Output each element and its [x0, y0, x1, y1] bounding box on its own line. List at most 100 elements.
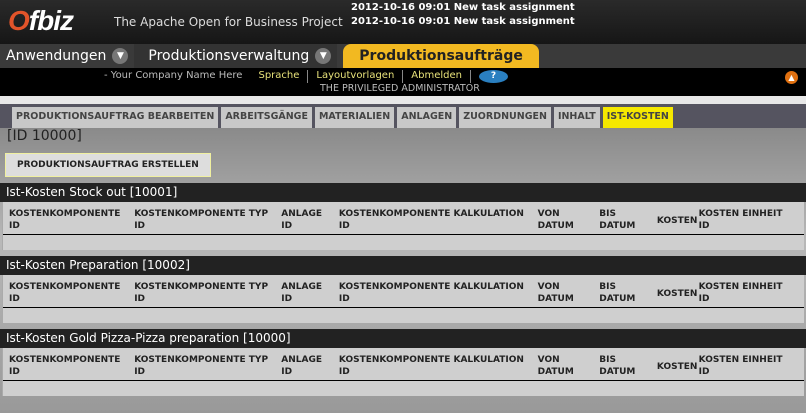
column-label: ID — [698, 221, 710, 231]
column-label: ID — [338, 367, 350, 377]
column-header[interactable]: KOSTENKOMPONENTE ID — [9, 281, 134, 307]
column-label: ANLAGE — [281, 355, 322, 365]
table-header: KOSTENKOMPONENTE ID KOSTENKOMPONENTE TYP ID… — [3, 275, 804, 308]
section-title-text: Ist-Kosten Gold Pizza-Pizza preparation — [6, 331, 240, 345]
section-title: Ist-Kosten Gold Pizza-Pizza preparation … — [0, 329, 806, 348]
tab-bar: PRODUKTIONSAUFTRAG BEARBEITEN ARBEITSGÄN… — [0, 104, 806, 128]
link-layouts[interactable]: Layoutvorlagen — [308, 70, 404, 83]
column-label: ID — [281, 367, 293, 377]
user-name: THE PRIVILEGED ADMINISTRATOR — [320, 83, 480, 94]
column-header[interactable]: KOSTENKOMPONENTE KALKULATION ID — [339, 281, 538, 307]
tab-fixed-assets[interactable]: ANLAGEN — [397, 107, 457, 128]
column-label: VON — [537, 282, 560, 292]
column-header[interactable]: BIS DATUM — [599, 208, 657, 234]
column-header[interactable]: VON DATUM — [538, 281, 600, 307]
chevron-down-icon[interactable]: ▼ — [315, 48, 332, 64]
column-label: ID — [698, 367, 710, 377]
column-header[interactable]: BIS DATUM — [599, 281, 657, 307]
column-header[interactable]: KOSTEN — [657, 215, 699, 227]
column-label: VON — [537, 209, 560, 219]
cost-section: Ist-Kosten Gold Pizza-Pizza preparation … — [0, 329, 806, 396]
column-label: BIS — [599, 282, 616, 292]
nav-active[interactable]: Produktionsaufträge — [343, 44, 539, 68]
create-production-run-button[interactable]: PRODUKTIONSAUFTRAG ERSTELLEN — [5, 153, 211, 177]
column-header[interactable]: KOSTEN EINHEIT ID — [699, 281, 798, 307]
user-bar: - Your Company Name Here Sprache Layoutv… — [0, 68, 806, 96]
cost-table: KOSTENKOMPONENTE ID KOSTENKOMPONENTE TYP ID… — [2, 348, 804, 396]
link-language[interactable]: Sprache — [250, 70, 309, 83]
tab-materials[interactable]: MATERIALIEN — [314, 107, 395, 128]
table-header: KOSTENKOMPONENTE ID KOSTENKOMPONENTE TYP ID… — [3, 202, 804, 235]
column-header[interactable]: ANLAGE ID — [281, 281, 339, 307]
column-label: KOSTEN EINHEIT — [698, 355, 783, 365]
column-label: DATUM — [537, 294, 574, 304]
column-label: DATUM — [537, 367, 574, 377]
section-id: [10000] — [243, 331, 291, 345]
chevron-down-icon[interactable]: ▼ — [112, 48, 129, 64]
column-label: BIS — [599, 209, 616, 219]
column-label: KOSTENKOMPONENTE TYP — [134, 209, 269, 219]
tab-content[interactable]: INHALT — [553, 107, 600, 128]
column-label: KOSTENKOMPONENTE KALKULATION — [338, 209, 524, 219]
column-label: DATUM — [599, 367, 636, 377]
section-title: Ist-Kosten Stock out [10001] — [0, 183, 806, 202]
ofbiz-logo[interactable]: Ofbiz — [8, 5, 74, 37]
table-header: KOSTENKOMPONENTE ID KOSTENKOMPONENTE TYP ID… — [3, 348, 804, 381]
collapse-up-icon[interactable]: ▲ — [785, 71, 798, 84]
notification[interactable]: 2012-10-16 09:01 New task assignment — [351, 15, 575, 29]
column-label: KOSTENKOMPONENTE TYP — [134, 282, 269, 292]
column-header[interactable]: ANLAGE ID — [281, 354, 339, 380]
tab-routing[interactable]: ARBEITSGÄNGE — [221, 107, 312, 128]
column-header[interactable]: KOSTENKOMPONENTE KALKULATION ID — [339, 208, 538, 234]
column-label: VON — [537, 355, 560, 365]
column-label: KOSTEN — [656, 362, 698, 372]
column-header[interactable]: KOSTEN — [657, 288, 699, 300]
company-name: - Your Company Name Here — [104, 70, 243, 81]
column-header[interactable]: KOSTENKOMPONENTE TYP ID — [134, 281, 281, 307]
column-header[interactable]: KOSTENKOMPONENTE TYP ID — [134, 354, 281, 380]
divider — [0, 96, 806, 104]
column-header[interactable]: KOSTEN EINHEIT ID — [699, 354, 798, 380]
section-title: Ist-Kosten Preparation [10002] — [0, 256, 806, 275]
tab-actual-costs[interactable]: IST-KOSTEN — [602, 107, 673, 128]
nav-applications[interactable]: Anwendungen ▼ — [0, 44, 134, 68]
column-label: ID — [698, 294, 710, 304]
column-label: ANLAGE — [281, 282, 322, 292]
column-header[interactable]: KOSTEN EINHEIT ID — [699, 208, 798, 234]
column-label: ID — [9, 294, 20, 304]
column-label: DATUM — [537, 221, 574, 231]
column-header[interactable]: KOSTENKOMPONENTE ID — [9, 354, 134, 380]
app-nav: Anwendungen ▼ Produktionsverwaltung ▼ Prod… — [0, 44, 806, 68]
link-logout[interactable]: Abmelden — [403, 70, 471, 83]
column-label: ID — [9, 221, 20, 231]
nav-label: Produktionsverwaltung — [148, 48, 310, 64]
column-label: KOSTENKOMPONENTE — [9, 209, 121, 219]
column-label: ANLAGE — [281, 209, 322, 219]
column-label: KOSTEN EINHEIT — [698, 282, 783, 292]
help-icon[interactable]: ? — [479, 70, 508, 83]
column-header[interactable]: ANLAGE ID — [281, 208, 339, 234]
column-header[interactable]: KOSTENKOMPONENTE KALKULATION ID — [339, 354, 538, 380]
column-label: KOSTEN — [656, 216, 698, 226]
cost-section: Ist-Kosten Stock out [10001] KOSTENKOMPON… — [0, 183, 806, 250]
tagline: The Apache Open for Business Project — [114, 15, 343, 29]
column-header[interactable]: KOSTENKOMPONENTE TYP ID — [134, 208, 281, 234]
column-label: ID — [134, 294, 146, 304]
column-header[interactable]: KOSTENKOMPONENTE ID — [9, 208, 134, 234]
section-title-text: Ist-Kosten Stock out — [6, 185, 126, 199]
column-label: KOSTENKOMPONENTE — [9, 355, 121, 365]
cost-table: KOSTENKOMPONENTE ID KOSTENKOMPONENTE TYP ID… — [2, 275, 804, 323]
column-header[interactable]: VON DATUM — [538, 354, 600, 380]
column-label: ID — [338, 294, 350, 304]
column-header[interactable]: BIS DATUM — [599, 354, 657, 380]
nav-label: Anwendungen — [6, 48, 107, 64]
notifications: 2012-10-16 09:01 New task assignment 201… — [351, 1, 575, 29]
column-label: ID — [134, 221, 146, 231]
nav-module[interactable]: Produktionsverwaltung ▼ — [134, 44, 338, 68]
cost-section: Ist-Kosten Preparation [10002] KOSTENKOMP… — [0, 256, 806, 323]
notification[interactable]: 2012-10-16 09:01 New task assignment — [351, 1, 575, 15]
column-header[interactable]: KOSTEN — [657, 361, 699, 373]
tab-edit[interactable]: PRODUKTIONSAUFTRAG BEARBEITEN — [12, 107, 219, 128]
tab-assocs[interactable]: ZUORDNUNGEN — [459, 107, 551, 128]
column-header[interactable]: VON DATUM — [538, 208, 600, 234]
